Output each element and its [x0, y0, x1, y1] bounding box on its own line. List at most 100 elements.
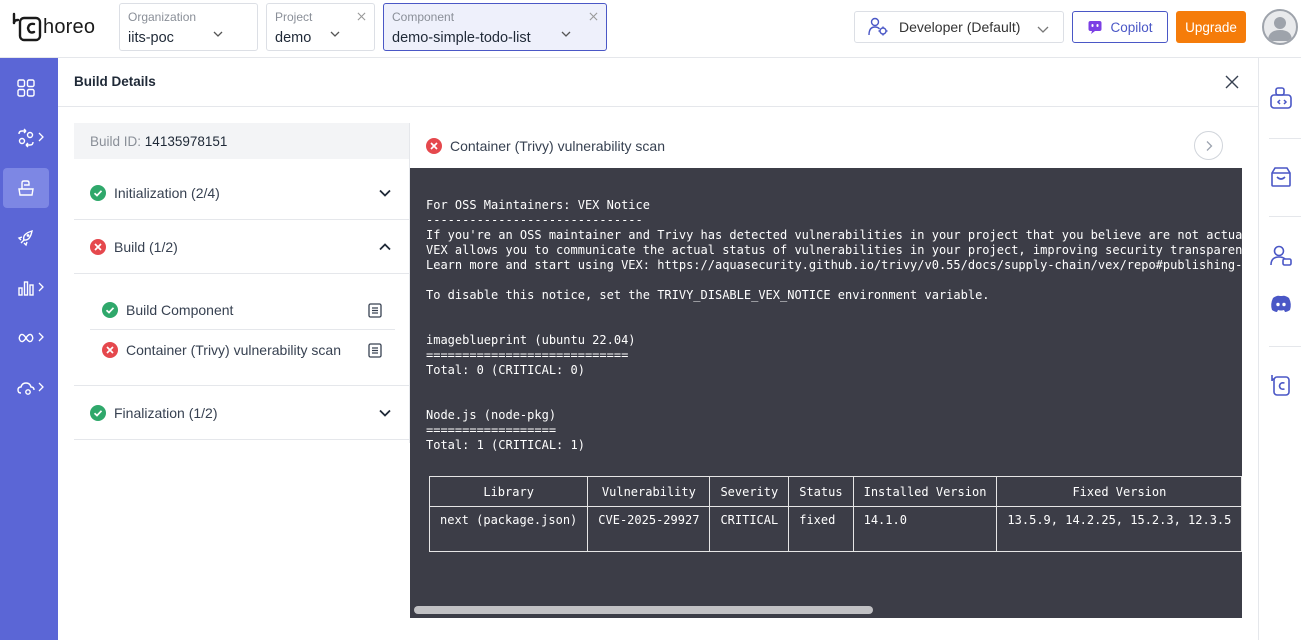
- stage-finalization[interactable]: Finalization (1/2): [74, 386, 410, 440]
- table-cell: fixed: [788, 506, 854, 552]
- project-label: Project: [275, 10, 313, 24]
- copilot-button[interactable]: Copilot: [1072, 11, 1168, 43]
- error-x-icon: [426, 137, 442, 154]
- marketplace-icon[interactable]: [1269, 86, 1293, 110]
- chevron-right-icon: [1206, 140, 1212, 151]
- logs-document-icon[interactable]: [368, 303, 382, 318]
- error-x-icon: [102, 342, 118, 358]
- rail-divider: [1269, 138, 1301, 139]
- stage-build[interactable]: Build (1/2): [74, 220, 410, 274]
- error-x-icon: [90, 238, 106, 255]
- copilot-icon: [1088, 21, 1102, 34]
- user-avatar-icon: [1268, 17, 1292, 41]
- step-label: Container (Trivy) vulnerability scan: [126, 342, 341, 358]
- table-cell: CRITICAL: [709, 506, 790, 552]
- build-id-value: 14135978151: [144, 134, 228, 149]
- scrollbar-thumb[interactable]: [414, 606, 873, 614]
- chevron-up-icon: [379, 243, 391, 251]
- step-build-component[interactable]: Build Component: [90, 290, 395, 330]
- choreo-docs-icon[interactable]: [1269, 373, 1293, 397]
- stage-label: Initialization (2/4): [114, 184, 220, 201]
- success-check-icon: [90, 184, 106, 201]
- logs-document-icon[interactable]: [368, 343, 382, 358]
- organization-label: Organization: [128, 10, 197, 24]
- organization-selector[interactable]: Organization iits-poc: [119, 3, 258, 51]
- nav-settings[interactable]: [3, 368, 49, 408]
- table-cell: CVE-2025-29927: [587, 506, 711, 552]
- build-id: Build ID: 14135978151: [74, 123, 410, 159]
- cloud-gear-icon: [17, 382, 35, 395]
- chevron-down-icon: [379, 189, 391, 197]
- rocket-icon: [17, 229, 33, 247]
- chevron-right-icon: [38, 282, 44, 292]
- chevron-down-icon: [213, 31, 223, 37]
- chevron-down-icon: [379, 409, 391, 417]
- component-label: Component: [392, 10, 455, 24]
- build-stages-panel: Build ID: 14135978151 Initialization (2/…: [74, 123, 410, 443]
- chevron-down-icon: [1037, 26, 1049, 33]
- log-header: Container (Trivy) vulnerability scan: [410, 123, 1242, 168]
- develop-icon: [18, 128, 34, 148]
- column-header: Severity: [709, 476, 790, 507]
- role-selector[interactable]: Developer (Default): [854, 11, 1064, 43]
- next-step-button[interactable]: [1194, 131, 1223, 160]
- top-bar: horeo Organization iits-poc Project demo…: [0, 0, 1301, 58]
- nav-deploy[interactable]: [3, 218, 49, 258]
- stage-label: Build (1/2): [114, 238, 178, 255]
- log-output: For OSS Maintainers: VEX Notice --------…: [426, 198, 1242, 452]
- rail-divider: [1269, 346, 1301, 347]
- support-agent-icon[interactable]: [1269, 244, 1293, 268]
- success-check-icon: [102, 301, 118, 318]
- step-trivy-scan[interactable]: Container (Trivy) vulnerability scan: [90, 330, 395, 370]
- column-header: Vulnerability: [587, 476, 711, 507]
- chevron-right-icon: [38, 132, 44, 142]
- copilot-label: Copilot: [1110, 19, 1153, 35]
- build-id-label: Build ID:: [90, 134, 142, 149]
- log-title: Container (Trivy) vulnerability scan: [450, 137, 665, 154]
- nav-manage[interactable]: [3, 318, 49, 358]
- organization-value: iits-poc: [128, 30, 174, 46]
- column-header: Status: [788, 476, 854, 507]
- table-cell: 13.5.9, 14.2.25, 15.2.3, 12.3.5: [996, 506, 1242, 552]
- column-header: Fixed Version: [996, 476, 1242, 507]
- choreo-logo[interactable]: horeo: [11, 12, 95, 42]
- nav-build[interactable]: [3, 168, 49, 208]
- clear-component-icon[interactable]: [589, 12, 598, 21]
- nav-develop[interactable]: [3, 118, 49, 158]
- close-icon[interactable]: [1225, 75, 1239, 89]
- clear-project-icon[interactable]: [357, 12, 366, 21]
- component-value: demo-simple-todo-list: [392, 30, 531, 46]
- choreo-logo-icon: [12, 12, 42, 42]
- chevron-down-icon: [561, 31, 571, 37]
- nav-observability[interactable]: [3, 268, 49, 308]
- chevron-down-icon: [330, 31, 340, 37]
- table-cell: next (package.json): [428, 506, 589, 552]
- developer-icon: [868, 17, 888, 36]
- column-header: Library: [428, 476, 589, 507]
- success-check-icon: [90, 404, 106, 421]
- discord-icon[interactable]: [1269, 292, 1293, 316]
- left-navigation-rail: [0, 58, 58, 640]
- page-title: Build Details: [74, 74, 156, 89]
- stage-label: Finalization (1/2): [114, 404, 218, 421]
- right-tools-rail: [1258, 58, 1301, 640]
- grid-icon: [17, 79, 35, 97]
- component-selector[interactable]: Component demo-simple-todo-list: [383, 3, 607, 51]
- infinity-icon: [18, 333, 34, 343]
- horizontal-scrollbar[interactable]: [410, 603, 1242, 618]
- column-header: Installed Version: [852, 476, 998, 507]
- build-icon: [18, 180, 34, 196]
- bar-chart-icon: [18, 281, 34, 296]
- upgrade-label: Upgrade: [1185, 19, 1237, 35]
- table-row: next (package.json) CVE-2025-29927 CRITI…: [428, 506, 1242, 552]
- user-avatar[interactable]: [1262, 9, 1298, 45]
- nav-overview[interactable]: [3, 68, 49, 108]
- project-selector[interactable]: Project demo: [266, 3, 375, 51]
- log-terminal[interactable]: For OSS Maintainers: VEX Notice --------…: [410, 168, 1242, 618]
- project-value: demo: [275, 30, 312, 46]
- vulnerability-table: Library Vulnerability Severity Status In…: [428, 476, 1242, 552]
- upgrade-button[interactable]: Upgrade: [1176, 11, 1246, 43]
- inbox-icon[interactable]: [1269, 165, 1293, 189]
- stage-initialization[interactable]: Initialization (2/4): [74, 166, 410, 220]
- chevron-right-icon: [38, 382, 44, 392]
